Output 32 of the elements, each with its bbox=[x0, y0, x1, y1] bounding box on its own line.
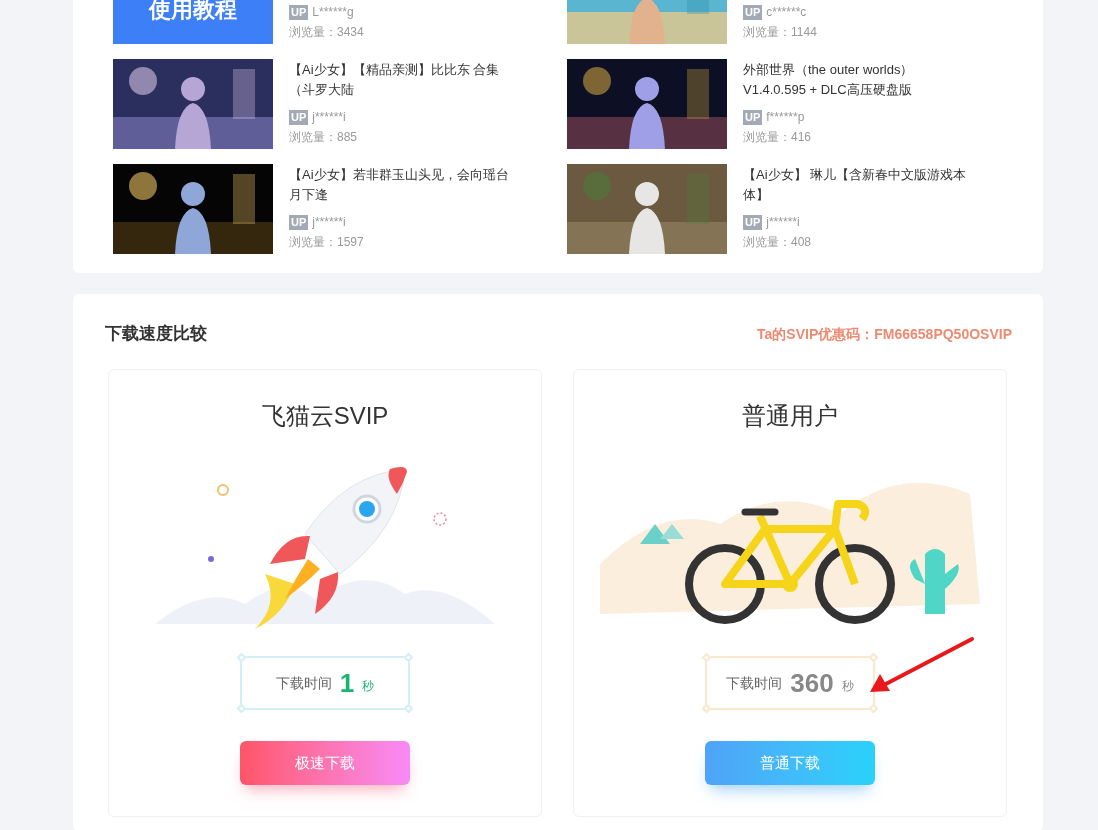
time-value: 360 bbox=[790, 666, 834, 700]
video-title[interactable]: 外部世界（the outer worlds）V1.4.0.595 + DLC高压硬盘版 bbox=[743, 60, 975, 100]
uploader-badge: UP bbox=[289, 214, 309, 230]
time-label: 下载时间 bbox=[726, 673, 783, 693]
section-title: 下载速度比较 bbox=[105, 323, 207, 346]
time-value: 1 bbox=[339, 666, 355, 700]
video-title[interactable]: 【Ai少女】 琳儿【含新春中文版游戏本体】 bbox=[743, 165, 975, 205]
uploader-name: j******i bbox=[312, 109, 346, 126]
view-count: 浏览量：3434 bbox=[289, 24, 364, 40]
coupon-code: Ta的SVIP优惠码：FM66658PQ50OSVIP bbox=[757, 324, 1012, 344]
time-label: 下载时间 bbox=[275, 673, 332, 693]
view-count: 浏览量：1144 bbox=[743, 24, 817, 40]
uploader-badge: UP bbox=[743, 4, 763, 20]
view-count: 浏览量：885 bbox=[289, 129, 358, 145]
uploader-name: j******i bbox=[312, 214, 346, 231]
video-title[interactable]: 【Ai少女】【精品亲测】比比东 合集（斗罗大陆 bbox=[289, 60, 521, 100]
uploader-name: j******i bbox=[766, 214, 800, 231]
plan-name: 飞猫云SVIP bbox=[261, 402, 389, 430]
uploader-badge: UP bbox=[289, 109, 309, 125]
uploader-name: f******p bbox=[766, 109, 805, 126]
view-count: 浏览量：1597 bbox=[289, 234, 364, 250]
view-count: 浏览量：416 bbox=[743, 129, 812, 145]
video-title[interactable]: 【Ai少女】若非群玉山头见，会向瑶台月下逢 bbox=[289, 165, 521, 205]
time-unit: 秒 bbox=[362, 678, 375, 695]
uploader-name: L******g bbox=[312, 4, 354, 21]
view-count: 浏览量：408 bbox=[743, 234, 812, 250]
time-unit: 秒 bbox=[841, 678, 854, 695]
uploader-name: c******c bbox=[766, 4, 807, 21]
plan-name: 普通用户 bbox=[742, 402, 838, 430]
uploader-badge: UP bbox=[289, 4, 309, 20]
uploader-badge: UP bbox=[743, 109, 763, 125]
uploader-badge: UP bbox=[743, 214, 763, 230]
